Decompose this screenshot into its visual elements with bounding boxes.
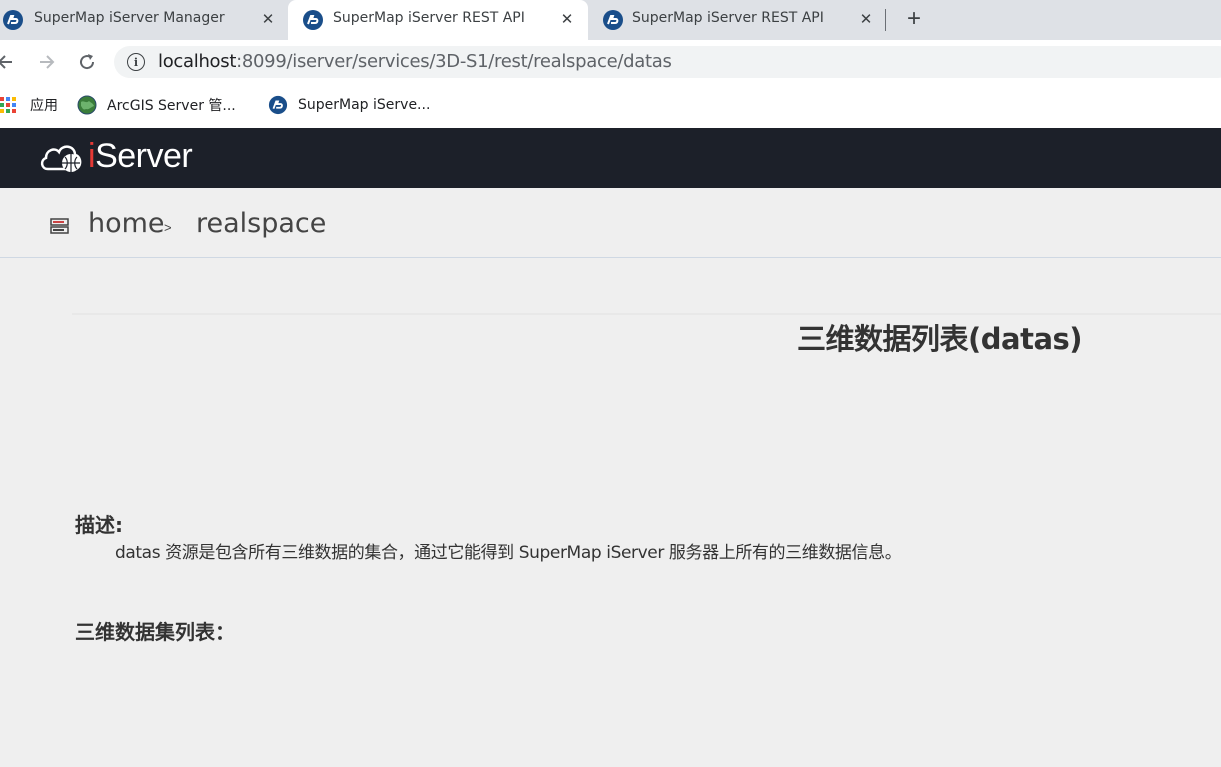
close-icon[interactable]: ✕ xyxy=(258,9,278,29)
address-bar[interactable]: i localhost:8099/iserver/services/3D-S1/… xyxy=(114,46,1221,78)
bookmark-supermap[interactable]: SuperMap iServe... xyxy=(268,94,430,116)
browser-tab-strip: SuperMap iServer Manager ✕ SuperMap iSer… xyxy=(0,0,1221,40)
close-icon[interactable]: ✕ xyxy=(856,9,876,29)
bookmark-label: ArcGIS Server 管... xyxy=(107,98,236,114)
cloud-globe-icon xyxy=(40,145,82,172)
breadcrumb-realspace-link[interactable]: realspace xyxy=(196,208,326,239)
description-label: 描述: xyxy=(75,513,123,537)
logo-wordmark: iServer xyxy=(88,137,193,176)
browser-toolbar: i localhost:8099/iserver/services/3D-S1/… xyxy=(0,40,1221,84)
url-host: localhost xyxy=(158,51,237,72)
supermap-icon xyxy=(303,10,323,30)
tab-divider xyxy=(885,9,886,31)
bookmarks-bar: 应用 ArcGIS Server 管... SuperMap iServe... xyxy=(0,84,1221,128)
url-path: :8099/iserver/services/3D-S1/rest/realsp… xyxy=(236,51,672,72)
tab-rest-api[interactable]: SuperMap iServer REST API ✕ xyxy=(588,0,884,40)
bookmark-label: 应用 xyxy=(30,98,58,114)
bookmark-label: SuperMap iServe... xyxy=(298,97,431,113)
tab-supermap-manager[interactable]: SuperMap iServer Manager ✕ xyxy=(0,0,288,40)
page-title: 三维数据列表(datas) xyxy=(797,322,1083,356)
arrow-left-icon xyxy=(0,55,12,69)
iserver-logo[interactable]: iServer xyxy=(38,137,193,176)
reload-button[interactable] xyxy=(75,50,99,74)
logo-i: i xyxy=(88,137,96,175)
server-stack-icon xyxy=(50,218,69,234)
tab-title: SuperMap iServer REST API xyxy=(333,10,525,26)
reload-icon xyxy=(80,54,95,70)
bookmark-arcgis[interactable]: ArcGIS Server 管... xyxy=(77,94,236,116)
supermap-icon xyxy=(603,10,623,30)
apps-grid-icon xyxy=(0,97,16,113)
forward-button[interactable] xyxy=(34,50,58,74)
back-button[interactable] xyxy=(0,50,18,74)
description-text: datas 资源是包含所有三维数据的集合，通过它能得到 SuperMap iSe… xyxy=(115,543,902,563)
tab-title: SuperMap iServer REST API xyxy=(632,10,824,26)
bookmark-apps[interactable]: 应用 xyxy=(0,94,58,116)
tab-title: SuperMap iServer Manager xyxy=(34,10,225,26)
arcgis-globe-icon xyxy=(77,95,97,115)
url-text[interactable]: localhost:8099/iserver/services/3D-S1/re… xyxy=(158,51,672,72)
site-header: iServer xyxy=(0,128,1221,188)
supermap-icon xyxy=(268,95,288,115)
breadcrumb: home > realspace xyxy=(0,188,1221,258)
tab-rest-api-active[interactable]: SuperMap iServer REST API ✕ xyxy=(288,0,588,40)
info-icon[interactable]: i xyxy=(127,53,145,71)
content-divider xyxy=(72,313,1221,315)
logo-server: Server xyxy=(95,137,193,175)
supermap-icon xyxy=(3,10,23,30)
close-icon[interactable]: ✕ xyxy=(557,9,577,29)
arrow-right-icon xyxy=(40,55,55,69)
dataset-list-label: 三维数据集列表： xyxy=(75,620,235,644)
breadcrumb-home-link[interactable]: home xyxy=(88,208,165,239)
new-tab-button[interactable]: + xyxy=(901,5,927,32)
breadcrumb-separator: > xyxy=(164,220,172,235)
